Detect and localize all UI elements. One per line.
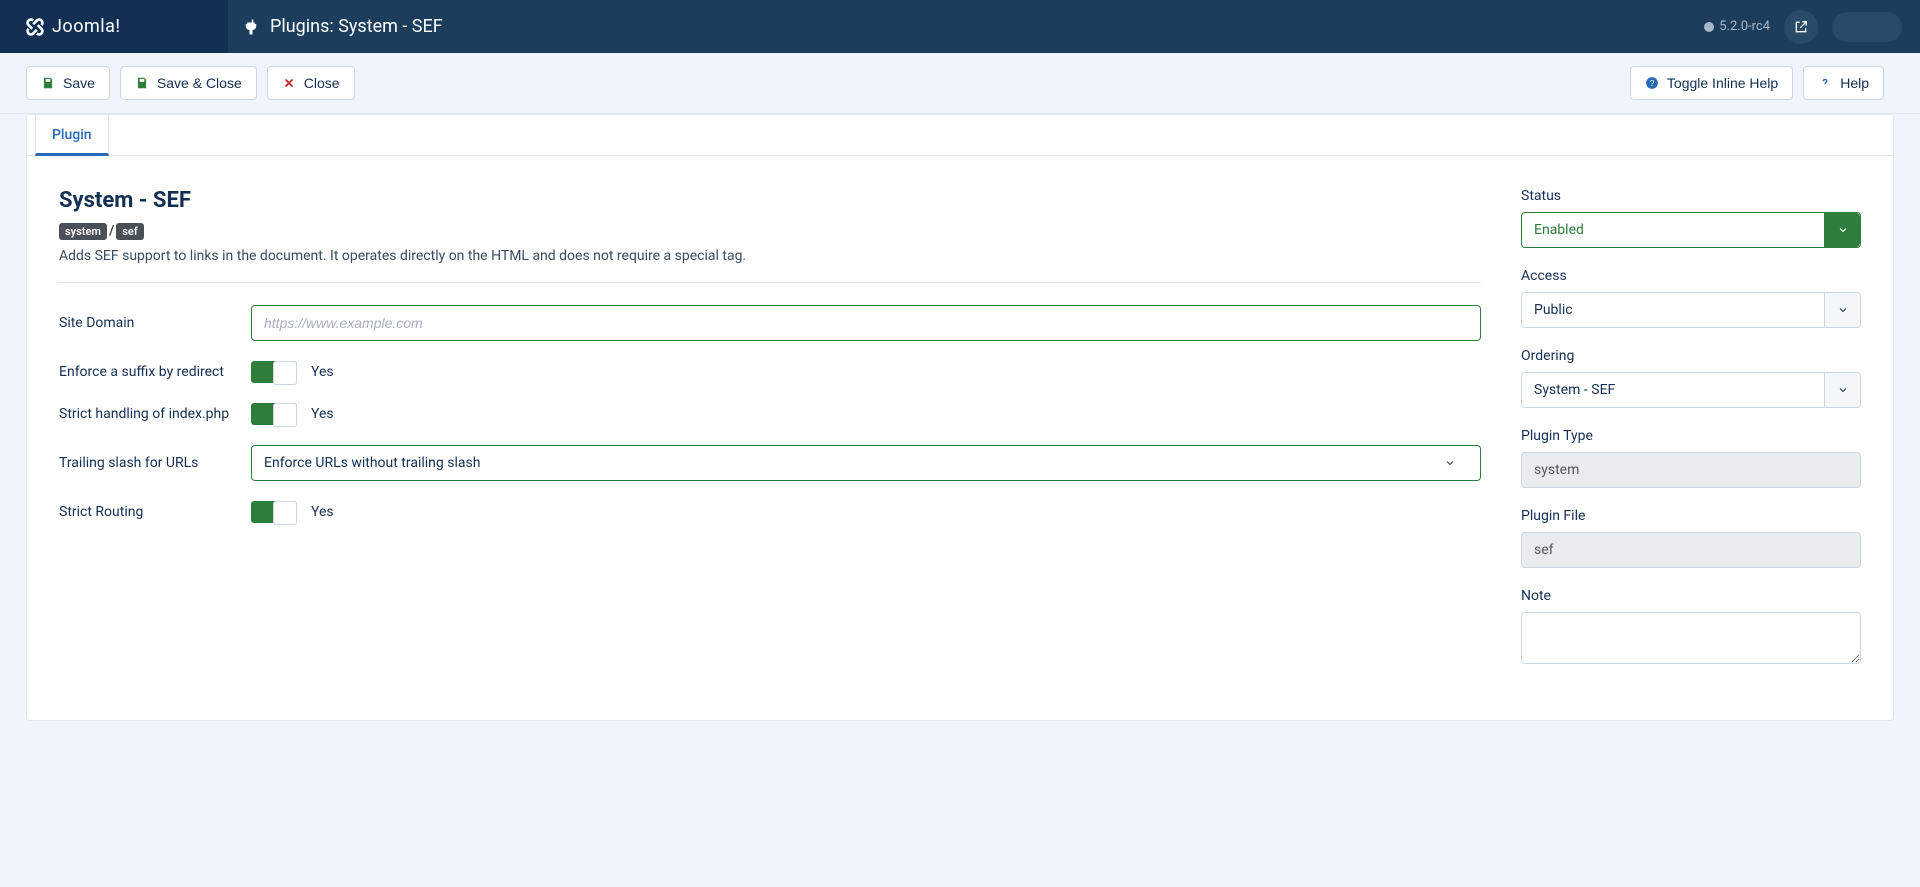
save-label: Save — [63, 75, 95, 91]
divider — [59, 282, 1481, 283]
page-title-text: Plugins: System - SEF — [270, 16, 443, 37]
field-note: Note — [1521, 588, 1861, 668]
field-site-domain: Site Domain — [59, 305, 1481, 341]
label-access: Access — [1521, 268, 1861, 284]
field-plugin-type: Plugin Type system — [1521, 428, 1861, 488]
content: Plugin System - SEF system/sef Adds SEF … — [26, 114, 1894, 721]
user-menu[interactable] — [1832, 12, 1902, 42]
tab-plugin[interactable]: Plugin — [35, 115, 109, 156]
toolbar: Save Save & Close Close ? Toggle Inline … — [0, 53, 1920, 114]
label-strict-routing: Strict Routing — [59, 504, 251, 520]
close-label: Close — [304, 75, 340, 91]
side-column: Status Enabled Access Public — [1521, 188, 1861, 688]
select-access[interactable]: Public — [1521, 292, 1861, 328]
badge-element: sef — [116, 223, 144, 240]
readonly-plugin-type: system — [1521, 452, 1861, 488]
close-button[interactable]: Close — [267, 66, 355, 100]
save-close-button[interactable]: Save & Close — [120, 66, 257, 100]
plugin-name-heading: System - SEF — [59, 188, 1481, 213]
select-ordering[interactable]: System - SEF — [1521, 372, 1861, 408]
plug-icon — [242, 18, 260, 36]
toggle-enforce-suffix-text: Yes — [311, 364, 334, 380]
select-trailing-slash[interactable]: Enforce URLs without trailing slash — [251, 445, 1481, 481]
field-status: Status Enabled — [1521, 188, 1861, 248]
badge-separator: / — [107, 223, 116, 239]
label-trailing-slash: Trailing slash for URLs — [59, 455, 251, 471]
select-trailing-slash-value: Enforce URLs without trailing slash — [264, 455, 480, 471]
external-link-button[interactable] — [1784, 10, 1818, 44]
badge-folder: system — [59, 223, 107, 240]
label-enforce-suffix: Enforce a suffix by redirect — [59, 364, 251, 380]
admin-header: Joomla! Plugins: System - SEF 5.2.0-rc4 — [0, 0, 1920, 53]
save-icon — [41, 76, 55, 90]
brand[interactable]: Joomla! — [0, 0, 228, 53]
label-strict-index: Strict handling of index.php — [59, 406, 251, 422]
question-circle-icon: ? — [1645, 76, 1659, 90]
textarea-note[interactable] — [1521, 612, 1861, 664]
field-strict-index: Strict handling of index.php Yes — [59, 403, 1481, 425]
readonly-plugin-file: sef — [1521, 532, 1861, 568]
label-note: Note — [1521, 588, 1861, 604]
field-plugin-file: Plugin File sef — [1521, 508, 1861, 568]
panel: System - SEF system/sef Adds SEF support… — [27, 156, 1893, 720]
select-status-value: Enabled — [1534, 222, 1584, 238]
toggle-inline-help-button[interactable]: ? Toggle Inline Help — [1630, 66, 1793, 100]
external-link-icon — [1793, 19, 1809, 35]
label-ordering: Ordering — [1521, 348, 1861, 364]
toggle-help-label: Toggle Inline Help — [1667, 75, 1778, 91]
select-status[interactable]: Enabled — [1521, 212, 1861, 248]
select-ordering-value: System - SEF — [1534, 382, 1615, 398]
label-plugin-file: Plugin File — [1521, 508, 1861, 524]
toggle-strict-index-text: Yes — [311, 406, 334, 422]
field-enforce-suffix: Enforce a suffix by redirect Yes — [59, 361, 1481, 383]
page-title: Plugins: System - SEF — [228, 16, 457, 37]
label-site-domain: Site Domain — [59, 315, 251, 331]
input-site-domain[interactable] — [251, 305, 1481, 341]
toggle-strict-index[interactable] — [251, 403, 297, 425]
question-icon — [1818, 76, 1832, 90]
chevron-down-icon — [1824, 293, 1860, 327]
main-column: System - SEF system/sef Adds SEF support… — [59, 188, 1481, 688]
version[interactable]: 5.2.0-rc4 — [1703, 19, 1770, 34]
chevron-down-icon — [1824, 213, 1860, 247]
plugin-description: Adds SEF support to links in the documen… — [59, 248, 1481, 264]
joomla-icon — [24, 16, 46, 38]
label-plugin-type: Plugin Type — [1521, 428, 1861, 444]
version-text: 5.2.0-rc4 — [1719, 19, 1770, 34]
field-strict-routing: Strict Routing Yes — [59, 501, 1481, 523]
plugin-badges: system/sef — [59, 223, 1481, 240]
close-icon — [282, 76, 296, 90]
brand-text: Joomla! — [52, 16, 121, 37]
chevron-down-icon — [1824, 373, 1860, 407]
select-access-value: Public — [1534, 302, 1573, 318]
chevron-down-icon — [1432, 457, 1468, 469]
save-icon — [135, 76, 149, 90]
save-close-label: Save & Close — [157, 75, 242, 91]
label-status: Status — [1521, 188, 1861, 204]
tabs: Plugin — [27, 115, 1893, 156]
toggle-enforce-suffix[interactable] — [251, 361, 297, 383]
toggle-strict-routing[interactable] — [251, 501, 297, 523]
header-right: 5.2.0-rc4 — [1703, 10, 1920, 44]
save-button[interactable]: Save — [26, 66, 110, 100]
field-access: Access Public — [1521, 268, 1861, 328]
svg-text:?: ? — [1650, 79, 1655, 88]
joomla-small-icon — [1703, 21, 1715, 33]
help-button[interactable]: Help — [1803, 66, 1884, 100]
help-label: Help — [1840, 75, 1869, 91]
field-trailing-slash: Trailing slash for URLs Enforce URLs wit… — [59, 445, 1481, 481]
field-ordering: Ordering System - SEF — [1521, 348, 1861, 408]
toggle-strict-routing-text: Yes — [311, 504, 334, 520]
